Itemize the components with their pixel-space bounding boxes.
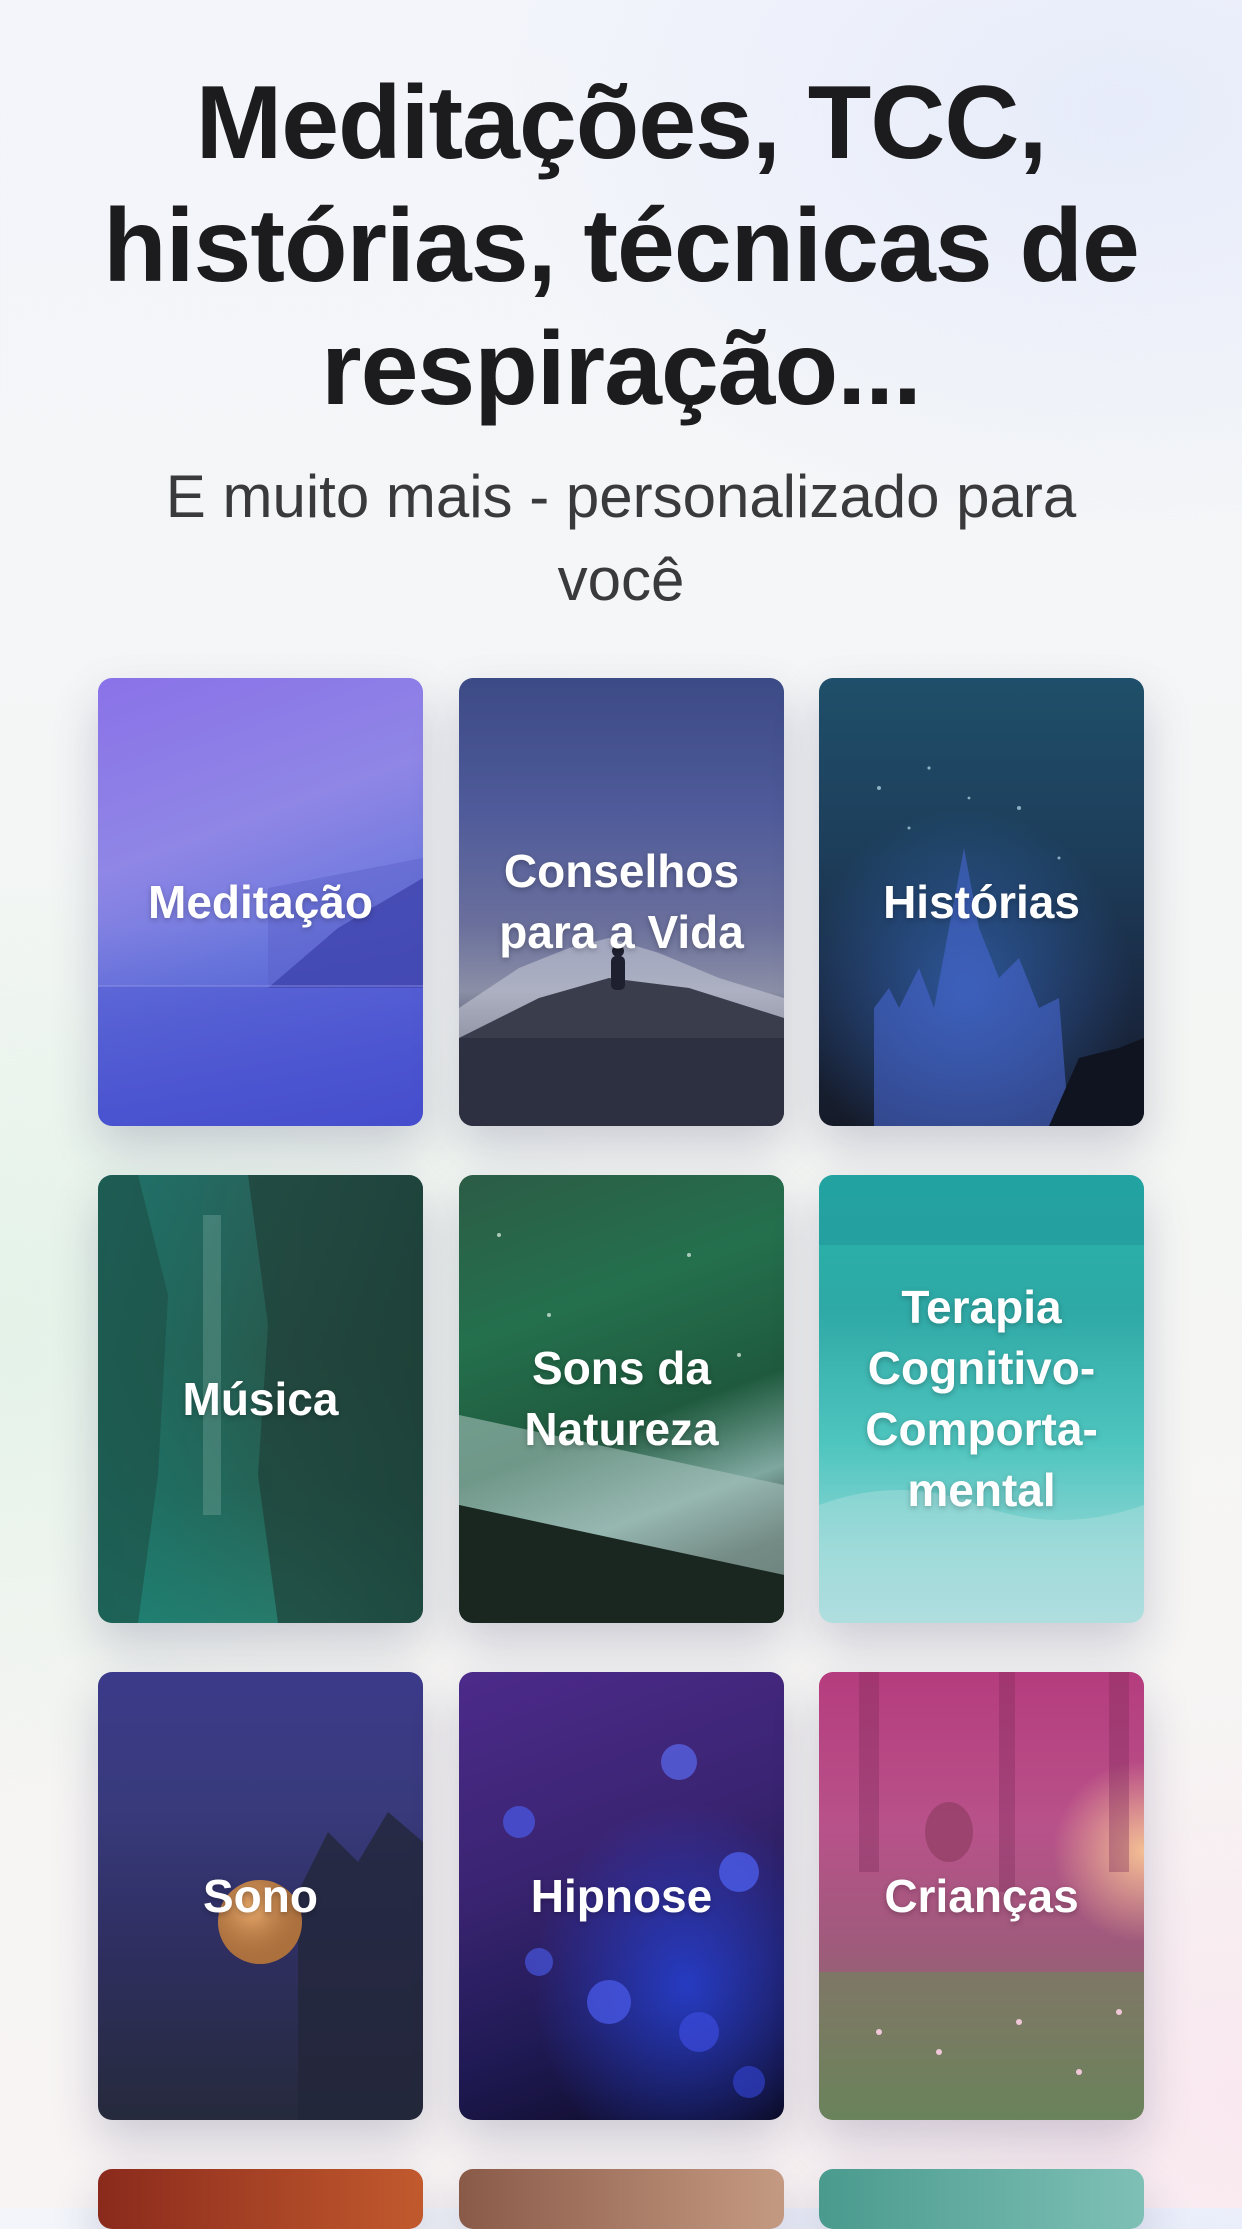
category-label: Conselhos para a Vida bbox=[499, 845, 744, 958]
category-card-partial-1[interactable] bbox=[98, 2169, 423, 2229]
category-card-meditacao[interactable]: Meditação bbox=[98, 678, 423, 1126]
category-card-historias[interactable]: Histórias bbox=[819, 678, 1144, 1126]
category-label: Sono bbox=[203, 1869, 318, 1922]
category-label: Música bbox=[182, 1372, 339, 1425]
category-label: Hipnose bbox=[530, 1869, 713, 1922]
category-card-criancas[interactable]: Crianças bbox=[819, 1672, 1144, 2120]
page-title: Meditações, TCC, histórias, técnicas de … bbox=[103, 65, 1140, 427]
category-card-hipnose[interactable]: Hipnose bbox=[459, 1672, 784, 2120]
category-label: Meditação bbox=[148, 875, 373, 928]
category-card-musica[interactable]: Música bbox=[98, 1175, 423, 1623]
category-card-conselhos[interactable]: Conselhos para a Vida bbox=[459, 678, 784, 1126]
category-label: Crianças bbox=[884, 1869, 1079, 1922]
category-card-terapia-cognitivo-comportamental[interactable]: Terapia Cognitivo- Comporta- mental bbox=[819, 1175, 1144, 1623]
category-card-partial-2[interactable] bbox=[459, 2169, 784, 2229]
category-card-partial-3[interactable] bbox=[819, 2169, 1144, 2229]
category-card-sono[interactable]: Sono bbox=[98, 1672, 423, 2120]
category-label: Terapia Cognitivo- Comporta- mental bbox=[865, 1281, 1098, 1516]
page-subtitle: E muito mais - personalizado para você bbox=[165, 463, 1077, 613]
category-label: Sons da Natureza bbox=[524, 1342, 719, 1455]
category-label: Histórias bbox=[883, 875, 1080, 928]
category-card-sons-natureza[interactable]: Sons da Natureza bbox=[459, 1175, 784, 1623]
